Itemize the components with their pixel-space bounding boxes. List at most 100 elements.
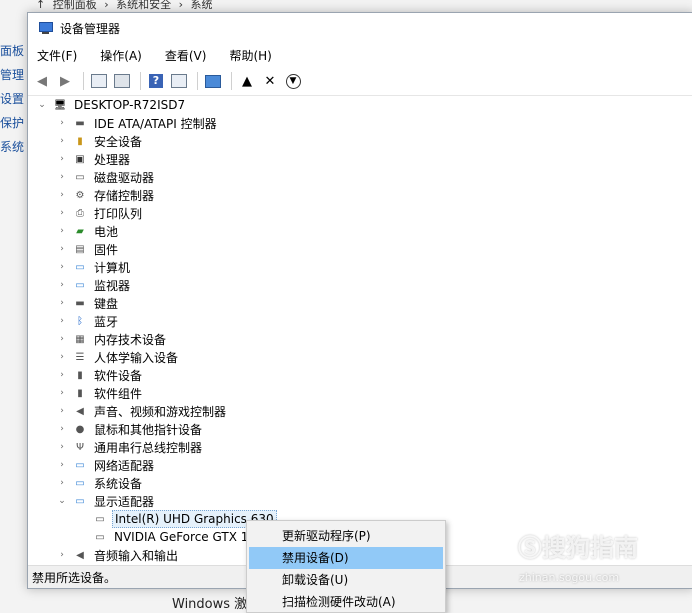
tree-category[interactable]: › ᛒ 蓝牙	[28, 312, 692, 330]
side-link[interactable]: 面板	[0, 42, 24, 66]
context-menu: 更新驱动程序(P) 禁用设备(D) 卸载设备(U) 扫描检测硬件改动(A)	[246, 520, 446, 613]
tree-category[interactable]: › ▰ 电池	[28, 222, 692, 240]
ide-controller-icon: ▬	[75, 117, 85, 129]
tree-category[interactable]: › ▮ 软件组件	[28, 384, 692, 402]
collapse-icon[interactable]: ⌄	[36, 100, 48, 110]
update-driver-icon[interactable]: ▲	[237, 71, 257, 91]
expand-icon[interactable]: ›	[56, 298, 68, 308]
collapse-icon[interactable]: ⌄	[56, 496, 68, 506]
status-text: 禁用所选设备。	[32, 570, 117, 585]
tree-category[interactable]: › ⎙ 打印队列	[28, 204, 692, 222]
usb-icon: Ψ	[76, 441, 84, 453]
side-link[interactable]: 管理	[0, 66, 24, 90]
tree-category[interactable]: › ☰ 人体学输入设备	[28, 348, 692, 366]
menu-item-disable-device[interactable]: 禁用设备(D)	[249, 547, 443, 569]
toolbar: ◀ ▶ ? ▲ ✕ ▼	[28, 67, 692, 96]
monitor-icon[interactable]	[203, 71, 223, 91]
audio-icon: ◀	[76, 549, 84, 561]
view-icon[interactable]	[169, 71, 189, 91]
back-arrow-icon[interactable]: ◀	[32, 71, 52, 91]
expand-icon[interactable]: ›	[56, 550, 68, 560]
expand-icon[interactable]: ›	[56, 388, 68, 398]
tree-category[interactable]: › ⚙ 存储控制器	[28, 186, 692, 204]
forward-arrow-icon[interactable]: ▶	[55, 71, 75, 91]
tree-item-label: 人体学输入设备	[94, 350, 179, 365]
tree-category[interactable]: › ▭ 计算机	[28, 258, 692, 276]
background-breadcrumb: ↑ 控制面板 › 系统和安全 › 系统	[36, 0, 213, 11]
tree-category[interactable]: › ▤ 固件	[28, 240, 692, 258]
tree-category[interactable]: › ▣ 处理器	[28, 150, 692, 168]
menu-item-uninstall-device[interactable]: 卸载设备(U)	[249, 569, 443, 591]
sogou-watermark: Ⓢ搜狗指南	[518, 534, 638, 562]
properties-icon[interactable]	[89, 71, 109, 91]
expand-icon[interactable]: ›	[56, 370, 68, 380]
tree-item-label: 键盘	[94, 296, 119, 311]
expand-icon[interactable]: ›	[56, 244, 68, 254]
breadcrumb-item[interactable]: 系统和安全	[116, 0, 171, 11]
uninstall-icon[interactable]: ✕	[260, 71, 280, 91]
side-link[interactable]: 系统	[0, 138, 24, 162]
expand-icon[interactable]: ›	[56, 154, 68, 164]
tree-category[interactable]: › ▭ 系统设备	[28, 474, 692, 492]
network-icon: ▭	[75, 459, 85, 471]
breadcrumb-item[interactable]: 控制面板	[53, 0, 97, 11]
expand-icon[interactable]: ›	[56, 226, 68, 236]
tree-root[interactable]: ⌄ 🖥 DESKTOP-R72ISD7	[28, 96, 692, 114]
background-side-links: 面板 管理 设置 保护 系统	[0, 42, 24, 162]
expand-icon[interactable]: ›	[56, 352, 68, 362]
tree-category[interactable]: › ◀ 声音、视频和游戏控制器	[28, 402, 692, 420]
device-tree: ⌄ 🖥 DESKTOP-R72ISD7 › ▬ IDE ATA/ATAPI 控制器 ›…	[28, 96, 692, 566]
tree-item-label: 显示适配器	[94, 494, 155, 509]
menu-view[interactable]: 查看(V)	[162, 45, 210, 66]
tree-item-label: 软件组件	[94, 386, 143, 401]
expand-icon[interactable]: ›	[56, 190, 68, 200]
expand-icon[interactable]: ›	[56, 424, 68, 434]
expand-icon[interactable]: ›	[56, 262, 68, 272]
tree-category[interactable]: › ▬ 键盘	[28, 294, 692, 312]
firmware-icon: ▤	[75, 243, 85, 255]
scan-icon[interactable]: ▼	[283, 71, 303, 91]
breadcrumb-item[interactable]: 系统	[191, 0, 213, 11]
processor-icon: ▣	[75, 153, 85, 165]
tree-category[interactable]: › ● 鼠标和其他指针设备	[28, 420, 692, 438]
windows-activation-text: Windows 激	[172, 597, 248, 612]
expand-icon[interactable]: ›	[56, 478, 68, 488]
expand-icon[interactable]: ›	[56, 406, 68, 416]
menu-help[interactable]: 帮助(H)	[226, 45, 274, 66]
tree-item-label: IDE ATA/ATAPI 控制器	[94, 116, 217, 131]
bluetooth-icon: ᛒ	[77, 315, 83, 327]
tree-item-label: 电池	[94, 224, 119, 239]
expand-icon[interactable]: ›	[56, 334, 68, 344]
tree-category[interactable]: › ▦ 内存技术设备	[28, 330, 692, 348]
help-icon[interactable]: ?	[146, 71, 166, 91]
disk-drive-icon: ▭	[75, 171, 85, 183]
category-list: › ▬ IDE ATA/ATAPI 控制器 › ▮ 安全设备 › ▣ 处理器 › ▭ 磁盘驱动器 › ⚙ 存…	[28, 114, 692, 564]
menu-item-scan-hardware[interactable]: 扫描检测硬件改动(A)	[249, 591, 443, 613]
expand-icon[interactable]: ›	[56, 460, 68, 470]
device-manager-window: 设备管理器 文件(F) 操作(A) 查看(V) 帮助(H) ◀ ▶ ? ▲ ✕ …	[27, 12, 692, 589]
tree-category[interactable]: › Ψ 通用串行总线控制器	[28, 438, 692, 456]
expand-icon[interactable]: ›	[56, 208, 68, 218]
tree-category[interactable]: ⌄ ▭ 显示适配器	[28, 492, 692, 510]
menu-file[interactable]: 文件(F)	[34, 45, 80, 66]
driver-icon[interactable]	[112, 71, 132, 91]
side-link[interactable]: 设置	[0, 90, 24, 114]
tree-category[interactable]: › ▮ 软件设备	[28, 366, 692, 384]
computer-icon: 🖥	[53, 99, 67, 111]
tree-category[interactable]: › ▮ 安全设备	[28, 132, 692, 150]
tree-category[interactable]: › ▬ IDE ATA/ATAPI 控制器	[28, 114, 692, 132]
tree-category[interactable]: › ▭ 网络适配器	[28, 456, 692, 474]
tree-category[interactable]: › ▭ 监视器	[28, 276, 692, 294]
tree-category[interactable]: › ▭ 磁盘驱动器	[28, 168, 692, 186]
tree-item-label: 网络适配器	[94, 458, 155, 473]
expand-icon[interactable]: ›	[56, 172, 68, 182]
expand-icon[interactable]: ›	[56, 442, 68, 452]
side-link[interactable]: 保护	[0, 114, 24, 138]
expand-icon[interactable]: ›	[56, 136, 68, 146]
menu-item-update-driver[interactable]: 更新驱动程序(P)	[249, 525, 443, 547]
menu-action[interactable]: 操作(A)	[97, 45, 145, 66]
expand-icon[interactable]: ›	[56, 280, 68, 290]
expand-icon[interactable]: ›	[56, 118, 68, 128]
expand-icon[interactable]: ›	[56, 316, 68, 326]
title-bar[interactable]: 设备管理器	[28, 13, 692, 43]
